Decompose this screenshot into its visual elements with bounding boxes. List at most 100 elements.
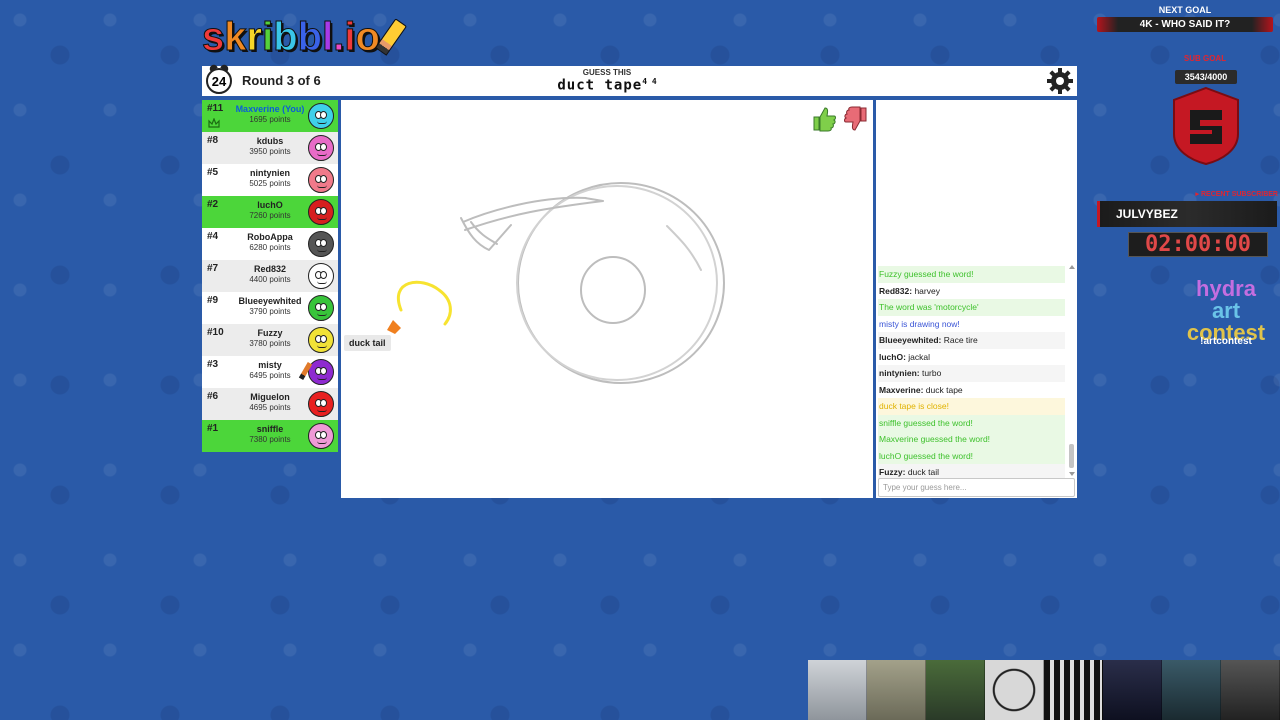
chat-message: Maxverine: duck tape <box>878 382 1065 399</box>
recent-subscriber-box: JULVYBEZ <box>1097 201 1277 227</box>
shield-logo-icon <box>1173 86 1239 166</box>
scroll-down-arrow-icon[interactable] <box>1069 472 1075 476</box>
chat-system-text: Maxverine guessed the word! <box>879 434 991 444</box>
player-avatar <box>308 359 334 385</box>
drawing-strokes <box>387 182 725 384</box>
player-avatar <box>308 103 334 129</box>
player-rank: #3 <box>207 359 219 370</box>
scroll-up-arrow-icon[interactable] <box>1069 265 1075 269</box>
player-row[interactable]: #7 Red832 4400 points <box>202 260 338 292</box>
player-row[interactable]: #6 Miguelon 4695 points <box>202 388 338 420</box>
player-name: RoboAppa <box>247 232 293 242</box>
player-row[interactable]: #2 luchO 7260 points <box>202 196 338 228</box>
chat-message: nintynien: turbo <box>878 365 1065 382</box>
player-rank: #2 <box>207 199 219 210</box>
chat-message: sniffle guessed the word! <box>878 414 1065 431</box>
avatar-mouth <box>317 377 327 380</box>
chat-text: Race tire <box>941 335 978 345</box>
chat-panel: Fuzzy guessed the word! Red832: harvey The… <box>876 100 1077 498</box>
chat-message: The word was 'motorcycle' <box>878 299 1065 316</box>
word-hint: duct tape4 4 <box>202 77 1012 94</box>
player-points: 6280 points <box>249 243 291 252</box>
artcontest-command: !artcontest <box>1200 336 1252 347</box>
logo-letter: r <box>246 15 263 59</box>
avatar-mouth <box>317 313 327 316</box>
chat-system-text: Fuzzy guessed the word! <box>879 269 974 279</box>
player-row[interactable]: #3 misty 6495 points <box>202 356 338 388</box>
player-points: 7260 points <box>249 211 291 220</box>
player-row[interactable]: #9 Blueeyewhited 3790 points <box>202 292 338 324</box>
player-row[interactable]: #4 RoboAppa 6280 points <box>202 228 338 260</box>
avatar-mouth <box>317 217 327 220</box>
thumbs-down-icon[interactable] <box>843 106 869 132</box>
emote-image <box>1162 660 1221 720</box>
chat-text: jackal <box>905 351 931 362</box>
chat-sender: Red832: <box>879 285 913 296</box>
player-name: kdubs <box>256 136 284 146</box>
player-points: 3790 points <box>249 307 291 316</box>
logo-letter: s <box>201 15 225 59</box>
chat-message: luchO guessed the word! <box>878 447 1065 464</box>
chat-message: misty is drawing now! <box>878 316 1065 333</box>
chat-scroll-thumb[interactable] <box>1069 444 1074 468</box>
logo-letter: i <box>344 15 356 59</box>
player-points: 5025 points <box>249 179 291 188</box>
logo-letter: k <box>224 15 247 59</box>
chat-sender: Fuzzy: <box>879 467 906 477</box>
player-name: Red832 <box>253 264 287 274</box>
player-rank: #9 <box>207 295 219 306</box>
avatar-mouth <box>317 409 327 412</box>
recent-subscriber-label: ▸ RECENT SUBSCRIBER <box>1195 191 1278 198</box>
player-points: 3950 points <box>249 147 291 156</box>
player-avatar <box>308 327 334 353</box>
gear-icon[interactable] <box>1046 67 1074 95</box>
emote-image <box>985 660 1044 720</box>
game-header: 24 Round 3 of 6 GUESS THIS duct tape4 4 <box>202 66 1077 96</box>
next-goal-label: NEXT GOAL <box>1158 5 1212 15</box>
avatar-mouth <box>317 121 327 124</box>
emote-image <box>926 660 985 720</box>
player-rank: #1 <box>207 423 219 434</box>
contest-word-1: hydra <box>1196 276 1256 301</box>
chat-message: Red832: harvey <box>878 283 1065 300</box>
avatar-mouth <box>317 185 327 188</box>
avatar-mouth <box>317 249 327 252</box>
player-row[interactable]: #8 kdubs 3950 points <box>202 132 338 164</box>
player-row[interactable]: #1 sniffle 7380 points <box>202 420 338 452</box>
player-rank: #5 <box>207 167 219 178</box>
logo-letter: . <box>333 15 345 59</box>
contest-word-2: art <box>1211 298 1241 323</box>
player-row[interactable]: #11 Maxverine (You) 1695 points <box>202 100 338 132</box>
avatar-mouth <box>317 153 327 156</box>
thumbs-up-icon[interactable] <box>811 106 837 132</box>
player-name: Maxverine (You) <box>235 104 305 114</box>
player-row[interactable]: #5 nintynien 5025 points <box>202 164 338 196</box>
player-name: Blueeyewhited <box>238 296 302 306</box>
player-points: 4695 points <box>249 403 291 412</box>
chat-sender: nintynien: <box>879 368 920 378</box>
player-avatar <box>308 263 334 289</box>
emote-image <box>1221 660 1280 720</box>
chat-text: duck tail <box>905 467 939 477</box>
chat-text: turbo <box>919 368 942 378</box>
chat-message: Fuzzy guessed the word! <box>878 266 1065 283</box>
player-rank: #7 <box>207 263 219 274</box>
player-points: 4400 points <box>249 275 291 284</box>
next-goal-banner: 4K - WHO SAID IT? <box>1097 17 1273 32</box>
player-row[interactable]: #10 Fuzzy 3780 points <box>202 324 338 356</box>
player-points: 3780 points <box>249 339 291 348</box>
chat-scrollbar[interactable] <box>1069 265 1075 476</box>
word-length-hint: 4 4 <box>642 77 657 86</box>
recent-subscriber-label-text: RECENT SUBSCRIBER <box>1200 191 1278 198</box>
player-avatar <box>308 295 334 321</box>
logo-letter: b <box>297 15 323 59</box>
emote-image <box>808 660 867 720</box>
guess-input[interactable] <box>878 478 1075 497</box>
emote-image <box>1103 660 1162 720</box>
player-name: Fuzzy <box>257 328 283 338</box>
logo-text: skribbl.io <box>201 15 380 59</box>
chat-system-text: duck tape is close! <box>879 401 949 411</box>
drawing-canvas[interactable]: duck tail <box>341 100 873 498</box>
avatar-mouth <box>317 345 327 348</box>
sub-goal-count: 3543/4000 <box>1175 70 1237 84</box>
